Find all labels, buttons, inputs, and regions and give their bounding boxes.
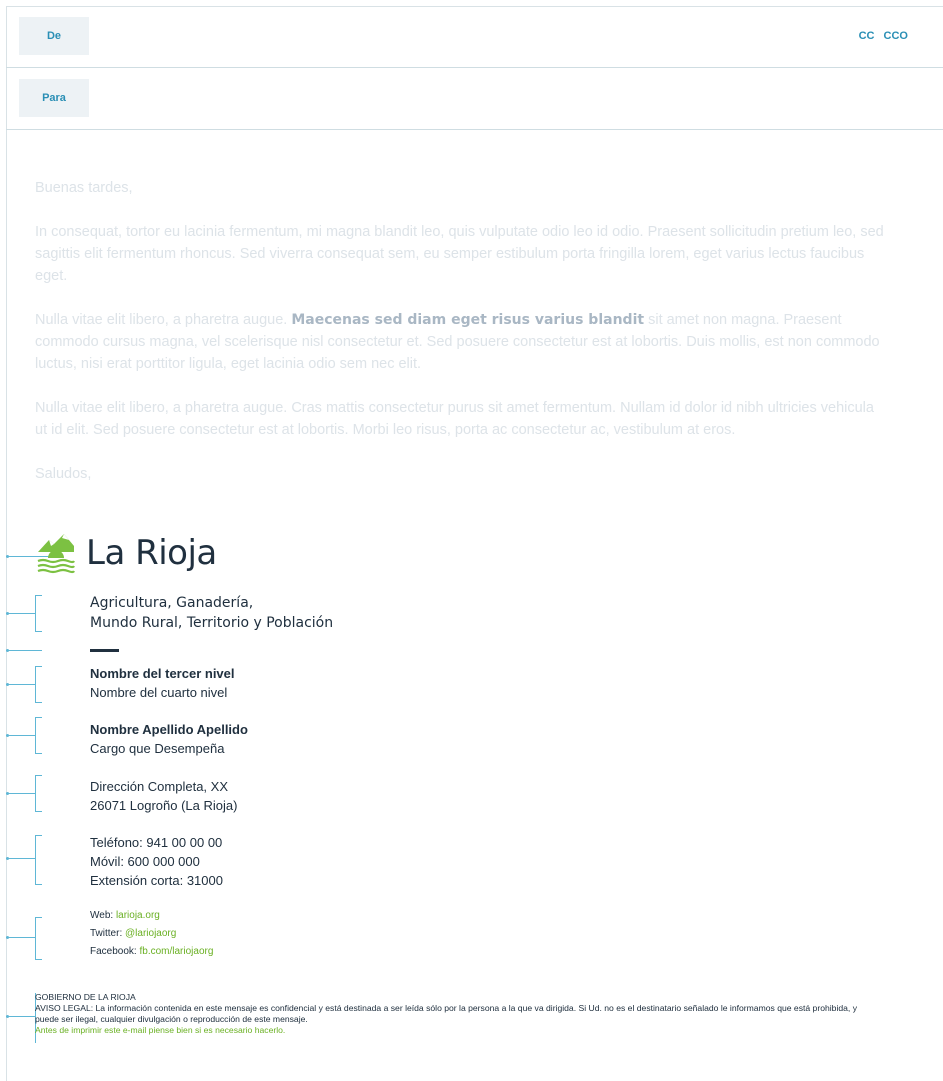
cc-button[interactable]: CC: [859, 30, 875, 42]
mobile: Móvil: 600 000 000: [90, 854, 200, 869]
twitter-label: Twitter:: [90, 928, 126, 939]
extension: Extensión corta: 31000: [90, 873, 223, 888]
dept-line-2: Mundo Rural, Territorio y Población: [90, 615, 334, 631]
person-name: Nombre Apellido Apellido: [90, 722, 248, 737]
cco-button[interactable]: CCO: [884, 30, 908, 42]
p2-before: Nulla vitae elit libero, a pharetra augu…: [35, 312, 292, 328]
web-link[interactable]: larioja.org: [116, 910, 160, 921]
la-rioja-logo: La Rioja: [36, 532, 217, 574]
legal-notice: GOBIERNO DE LA RIOJA AVISO LEGAL: La inf…: [35, 992, 875, 1036]
phone-block: Teléfono: 941 00 00 00 Móvil: 600 000 00…: [90, 833, 223, 890]
dept-line-1: Agricultura, Ganadería,: [90, 595, 254, 611]
third-level: Nombre del tercer nivel: [90, 666, 235, 681]
legal-text: AVISO LEGAL: La información contenida en…: [35, 1003, 857, 1024]
address-line-2: 26071 Logroño (La Rioja): [90, 798, 238, 813]
paragraph-2: Nulla vitae elit libero, a pharetra augu…: [35, 309, 885, 375]
facebook-link[interactable]: fb.com/lariojaorg: [139, 946, 213, 957]
address-line-1: Dirección Completa, XX: [90, 779, 228, 794]
twitter-line: Twitter: @lariojaorg: [90, 925, 213, 943]
paragraph-3: Nulla vitae elit libero, a pharetra augu…: [35, 400, 874, 438]
greeting: Buenas tardes,: [35, 180, 133, 196]
department: Agricultura, Ganadería, Mundo Rural, Ter…: [90, 593, 333, 633]
from-row: De CC CCO: [6, 6, 943, 68]
address-block: Dirección Completa, XX 26071 Logroño (La…: [90, 777, 237, 815]
closing: Saludos,: [35, 466, 92, 482]
separator-dash: [90, 649, 119, 652]
person-block: Nombre Apellido Apellido Cargo que Desem…: [90, 720, 248, 758]
web-label: Web:: [90, 910, 116, 921]
from-button[interactable]: De: [19, 17, 89, 55]
web-line: Web: larioja.org: [90, 907, 213, 925]
facebook-line: Facebook: fb.com/lariojaorg: [90, 943, 213, 961]
to-row: Para: [6, 68, 943, 130]
phone: Teléfono: 941 00 00 00: [90, 835, 223, 850]
web-block: Web: larioja.org Twitter: @lariojaorg Fa…: [90, 907, 213, 961]
cc-links: CC CCO: [853, 30, 908, 42]
la-rioja-logo-icon: [37, 534, 75, 574]
logo-text: La Rioja: [86, 533, 217, 573]
legal-org: GOBIERNO DE LA RIOJA: [35, 992, 136, 1002]
facebook-label: Facebook:: [90, 946, 140, 957]
to-button[interactable]: Para: [19, 79, 89, 117]
eco-note: Antes de imprimir este e-mail piense bie…: [35, 1025, 286, 1035]
message-body[interactable]: Buenas tardes, In consequat, tortor eu l…: [35, 177, 885, 507]
fourth-level: Nombre del cuarto nivel: [90, 685, 228, 700]
paragraph-1: In consequat, tortor eu lacinia fermentu…: [35, 224, 884, 284]
level-block: Nombre del tercer nivel Nombre del cuart…: [90, 664, 235, 702]
p2-highlight: Maecenas sed diam eget risus varius blan…: [291, 312, 645, 328]
person-position: Cargo que Desempeña: [90, 741, 225, 756]
twitter-link[interactable]: @lariojaorg: [125, 928, 176, 939]
